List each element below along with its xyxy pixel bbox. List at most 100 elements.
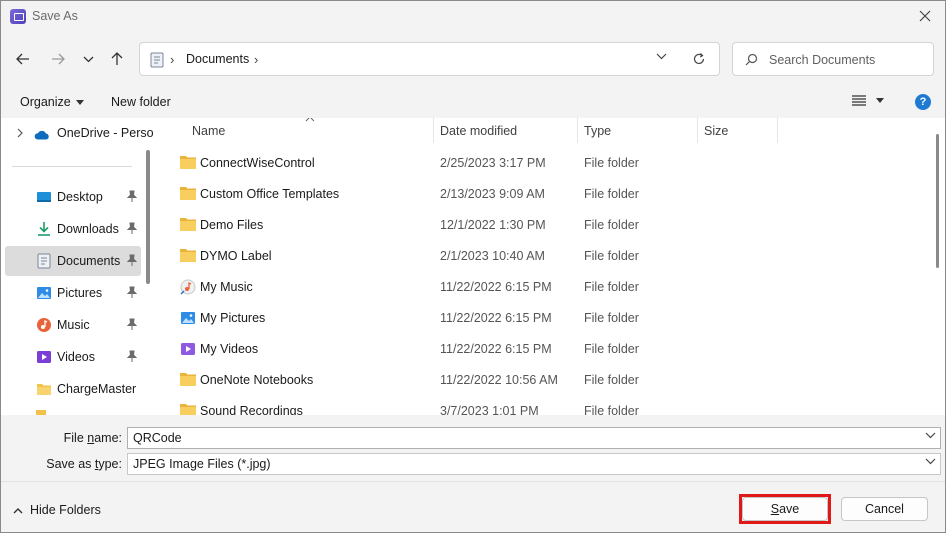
organize-button[interactable]: Organize <box>20 95 84 109</box>
file-type: File folder <box>584 156 639 170</box>
list-view-icon <box>852 95 866 106</box>
pin-icon[interactable] <box>126 254 138 267</box>
file-row[interactable]: My Pictures 11/22/2022 6:15 PM File folder <box>171 302 921 333</box>
nav-item-videos[interactable]: Videos <box>5 342 141 372</box>
address-bar[interactable]: › Documents › <box>139 42 720 76</box>
nav-label: ChargeMaster <box>57 382 137 396</box>
nav-scrollbar-thumb[interactable] <box>146 150 150 284</box>
pin-icon[interactable] <box>126 190 138 203</box>
address-dropdown-icon[interactable] <box>656 53 667 60</box>
save-label: ave <box>779 502 800 516</box>
nav-item-music[interactable]: Music <box>5 310 141 340</box>
documents-icon <box>150 52 164 68</box>
column-header-date[interactable]: Date modified <box>440 124 517 149</box>
file-list: Name Date modified Type Size ConnectWise… <box>159 118 945 415</box>
chevron-right-icon[interactable] <box>17 128 23 138</box>
column-divider[interactable] <box>697 118 698 143</box>
chevron-down-icon <box>83 56 93 62</box>
pin-icon[interactable] <box>126 350 138 363</box>
file-name: DYMO Label <box>200 249 272 263</box>
breadcrumb-chevron-icon[interactable]: › <box>254 52 258 67</box>
close-icon[interactable] <box>913 5 937 27</box>
pin-icon[interactable] <box>126 318 138 331</box>
nav-label: Videos <box>57 350 95 364</box>
nav-item-downloads[interactable]: Downloads <box>5 214 141 244</box>
file-row[interactable]: My Music 11/22/2022 6:15 PM File folder <box>171 271 921 302</box>
search-input[interactable] <box>769 51 927 69</box>
pin-icon[interactable] <box>126 222 138 235</box>
refresh-icon[interactable] <box>692 52 706 66</box>
file-date-modified: 3/7/2023 1:01 PM <box>440 404 539 415</box>
folder-icon <box>180 217 196 231</box>
column-header-type[interactable]: Type <box>584 124 611 149</box>
file-name: OneNote Notebooks <box>200 373 314 387</box>
file-row[interactable]: DYMO Label 2/1/2023 10:40 AM File folder <box>171 240 921 271</box>
chevron-down-icon[interactable] <box>925 432 936 439</box>
nav-item-pictures[interactable]: Pictures <box>5 278 141 308</box>
app-icon <box>10 9 26 24</box>
hide-folders-button[interactable]: Hide Folders <box>13 503 101 517</box>
chevron-down-icon[interactable] <box>925 458 936 465</box>
save-as-dialog: Save As › Documents › Search Documents O… <box>0 0 946 533</box>
forward-button[interactable] <box>47 48 69 70</box>
nav-item-chargemaster[interactable]: ChargeMaster <box>5 374 141 404</box>
column-header-size[interactable]: Size <box>704 124 728 149</box>
breadcrumb-chevron-icon[interactable]: › <box>170 52 174 67</box>
file-name-label: File name: <box>13 431 122 445</box>
file-name: Demo Files <box>200 218 264 232</box>
folder-icon <box>180 372 196 386</box>
label-text: ype: <box>98 457 122 471</box>
column-header-name[interactable]: Name <box>192 124 225 149</box>
recent-locations-button[interactable] <box>77 48 99 70</box>
search-box[interactable] <box>732 42 934 76</box>
window-title: Save As <box>32 9 78 23</box>
desktop-icon <box>37 192 51 202</box>
command-bar: Organize New folder ? <box>1 86 945 118</box>
file-row[interactable]: Demo Files 12/1/2022 1:30 PM File folder <box>171 209 921 240</box>
music-shortcut-icon <box>180 279 196 295</box>
chevron-up-icon <box>13 507 23 513</box>
file-row[interactable]: My Videos 11/22/2022 6:15 PM File folder <box>171 333 921 364</box>
file-row[interactable]: OneNote Notebooks 11/22/2022 10:56 AM File… <box>171 364 921 395</box>
pin-icon[interactable] <box>126 286 138 299</box>
save-type-select[interactable] <box>127 453 941 475</box>
videos-shortcut-icon <box>180 341 196 355</box>
file-name-combobox[interactable] <box>127 427 941 449</box>
arrow-right-icon <box>52 53 65 65</box>
cancel-button[interactable]: Cancel <box>841 497 928 521</box>
file-date-modified: 2/1/2023 10:40 AM <box>440 249 545 263</box>
file-date-modified: 2/13/2023 9:09 AM <box>440 187 545 201</box>
save-accelerator: S <box>770 502 780 516</box>
file-date-modified: 11/22/2022 6:15 PM <box>440 311 552 325</box>
file-name-input[interactable] <box>133 430 913 446</box>
file-date-modified: 2/25/2023 3:17 PM <box>440 156 546 170</box>
file-row[interactable]: ConnectWiseControl 2/25/2023 3:17 PM File … <box>171 147 921 178</box>
folder-icon <box>180 248 196 262</box>
nav-item-desktop[interactable]: Desktop <box>5 182 141 212</box>
nav-item-onedrive[interactable]: OneDrive - Perso <box>5 118 154 148</box>
new-folder-button[interactable]: New folder <box>111 95 171 109</box>
column-divider[interactable] <box>577 118 578 143</box>
save-type-value[interactable] <box>133 456 913 472</box>
save-button[interactable]: Save <box>742 497 828 521</box>
column-divider[interactable] <box>433 118 434 143</box>
file-row[interactable]: Custom Office Templates 2/13/2023 9:09 AM… <box>171 178 921 209</box>
navigation-bar: › Documents › <box>1 32 945 86</box>
change-view-button[interactable] <box>852 95 884 106</box>
file-row[interactable]: Sound Recordings 3/7/2023 1:01 PM File fol… <box>171 395 921 415</box>
up-button[interactable] <box>106 48 128 70</box>
breadcrumb-documents[interactable]: Documents <box>186 52 249 66</box>
file-list-scrollbar-thumb[interactable] <box>936 134 939 268</box>
file-name: Custom Office Templates <box>200 187 340 201</box>
folder-icon <box>180 186 196 200</box>
downloads-icon <box>38 222 50 236</box>
nav-label: Music <box>57 318 90 332</box>
sort-ascending-icon <box>305 118 315 122</box>
dialog-footer: Hide Folders Save Cancel <box>1 481 945 532</box>
help-icon[interactable]: ? <box>915 94 931 110</box>
pictures-icon <box>37 287 51 299</box>
file-name: My Pictures <box>200 311 266 325</box>
nav-item-documents[interactable]: Documents <box>5 246 141 276</box>
back-button[interactable] <box>12 48 34 70</box>
column-divider[interactable] <box>777 118 778 143</box>
